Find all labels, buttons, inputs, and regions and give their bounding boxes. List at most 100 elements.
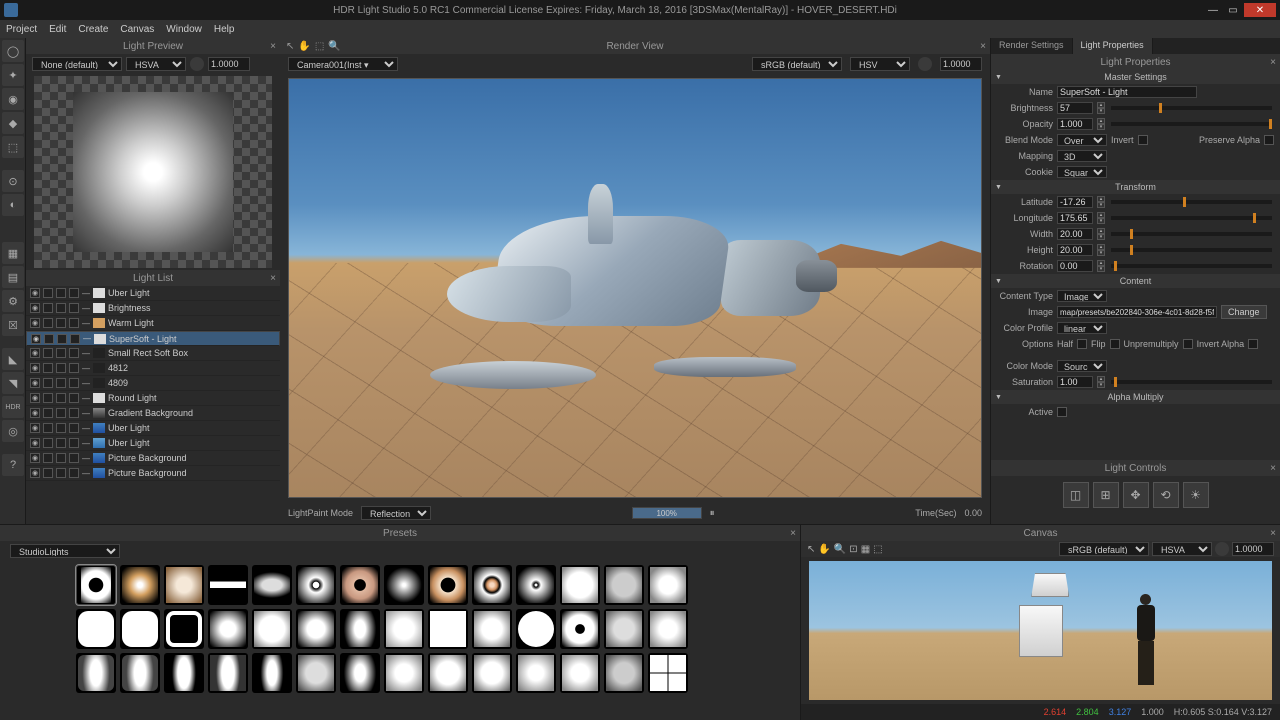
preset-thumbnail[interactable] [428, 653, 468, 693]
light-list-row[interactable]: ◉—SuperSoft - Light [26, 331, 280, 346]
preset-thumbnail[interactable] [208, 565, 248, 605]
light-control-button[interactable]: ⟲ [1153, 482, 1179, 508]
hand-icon[interactable]: ✋ [818, 544, 830, 555]
pause-icon[interactable]: ⏸ [710, 508, 715, 519]
light-control-button[interactable]: ✥ [1123, 482, 1149, 508]
light-list-row[interactable]: ◉—Gradient Background [26, 406, 280, 421]
preset-thumbnail[interactable] [164, 565, 204, 605]
tool-hdr-icon[interactable]: HDR [2, 396, 24, 418]
close-icon[interactable]: × [270, 273, 276, 284]
light-list-row[interactable]: ◉—Picture Background [26, 451, 280, 466]
latitude-slider[interactable] [1111, 200, 1272, 204]
preset-thumbnail[interactable] [208, 609, 248, 649]
flip-checkbox[interactable] [1110, 339, 1120, 349]
preset-thumbnail[interactable] [120, 609, 160, 649]
light-control-button[interactable]: ⊞ [1093, 482, 1119, 508]
light-list-row[interactable]: ◉—Uber Light [26, 421, 280, 436]
crop-icon[interactable]: ⬚ [873, 544, 882, 555]
tab-light-properties[interactable]: Light Properties [1073, 38, 1153, 54]
menu-edit[interactable]: Edit [49, 24, 66, 35]
image-path-input[interactable] [1057, 306, 1217, 318]
maximize-button[interactable]: ▭ [1224, 3, 1242, 17]
preset-thumbnail[interactable] [76, 565, 116, 605]
menu-project[interactable]: Project [6, 24, 37, 35]
preset-thumbnail[interactable] [648, 609, 688, 649]
light-list-row[interactable]: ◉—Warm Light [26, 316, 280, 331]
render-space-select[interactable]: HSV [850, 57, 910, 71]
light-control-button[interactable]: ◫ [1063, 482, 1089, 508]
active-checkbox[interactable] [1057, 407, 1067, 417]
canvas-viewport[interactable] [809, 561, 1272, 700]
gear-icon[interactable] [1215, 542, 1229, 556]
height-input[interactable] [1057, 244, 1093, 256]
preset-thumbnail[interactable] [472, 565, 512, 605]
preview-mode-select[interactable]: None (default) [32, 57, 122, 71]
close-button[interactable]: ✕ [1244, 3, 1276, 17]
tool-icon[interactable]: ◐ [2, 194, 24, 216]
cursor-icon[interactable]: ↖ [286, 41, 294, 52]
color-mode-select[interactable]: Source [1057, 360, 1107, 372]
preset-thumbnail[interactable] [252, 609, 292, 649]
mapping-select[interactable]: 3D [1057, 150, 1107, 162]
minimize-button[interactable]: — [1204, 3, 1222, 17]
section-master[interactable]: ▼Master Settings [991, 70, 1280, 84]
light-list-row[interactable]: ◉—4809 [26, 376, 280, 391]
tool-icon[interactable]: ✦ [2, 64, 24, 86]
light-list-row[interactable]: ◉—Uber Light [26, 286, 280, 301]
light-list-row[interactable]: ◉—Uber Light [26, 436, 280, 451]
preset-category-select[interactable]: StudioLights [10, 544, 120, 558]
preset-thumbnail[interactable] [472, 653, 512, 693]
render-viewport[interactable] [288, 78, 982, 498]
preset-thumbnail[interactable] [252, 565, 292, 605]
invert-alpha-checkbox[interactable] [1248, 339, 1258, 349]
preset-thumbnail[interactable] [384, 653, 424, 693]
preset-thumbnail[interactable] [648, 653, 688, 693]
blend-select[interactable]: Over [1057, 134, 1107, 146]
grid-icon[interactable]: ▦ [861, 544, 870, 555]
menu-canvas[interactable]: Canvas [120, 24, 154, 35]
section-transform[interactable]: ▼Transform [991, 180, 1280, 194]
canvas-colorspace-select[interactable]: sRGB (default) [1059, 542, 1149, 556]
preset-thumbnail[interactable] [648, 565, 688, 605]
render-colorspace-select[interactable]: sRGB (default) [752, 57, 842, 71]
tab-render-settings[interactable]: Render Settings [991, 38, 1073, 54]
gear-icon[interactable] [918, 57, 932, 71]
close-icon[interactable]: × [1270, 528, 1276, 539]
preset-thumbnail[interactable] [604, 609, 644, 649]
menu-help[interactable]: Help [214, 24, 235, 35]
lightpaint-mode-select[interactable]: Reflection [361, 506, 431, 520]
content-type-select[interactable]: Image [1057, 290, 1107, 302]
preset-thumbnail[interactable] [252, 653, 292, 693]
opacity-slider[interactable] [1111, 122, 1272, 126]
cookie-select[interactable]: Square [1057, 166, 1107, 178]
preset-thumbnail[interactable] [428, 609, 468, 649]
saturation-slider[interactable] [1111, 380, 1272, 384]
tool-icon[interactable]: ◥ [2, 372, 24, 394]
menu-create[interactable]: Create [78, 24, 108, 35]
longitude-input[interactable] [1057, 212, 1093, 224]
close-icon[interactable]: × [1270, 463, 1276, 474]
invert-checkbox[interactable] [1138, 135, 1148, 145]
preset-thumbnail[interactable] [340, 653, 380, 693]
tool-gear-icon[interactable]: ⚙ [2, 290, 24, 312]
tool-icon[interactable]: ◉ [2, 88, 24, 110]
preset-thumbnail[interactable] [384, 609, 424, 649]
half-checkbox[interactable] [1077, 339, 1087, 349]
close-icon[interactable]: × [1270, 57, 1276, 68]
canvas-space-select[interactable]: HSVA [1152, 542, 1212, 556]
zoom-icon[interactable]: 🔍 [834, 544, 846, 555]
preset-thumbnail[interactable] [428, 565, 468, 605]
light-list-row[interactable]: ◉—Picture Background [26, 466, 280, 481]
unpremultiply-checkbox[interactable] [1183, 339, 1193, 349]
fit-icon[interactable]: ⊡ [849, 544, 857, 555]
preset-thumbnail[interactable] [604, 565, 644, 605]
hand-icon[interactable]: ✋ [298, 41, 310, 52]
tool-icon[interactable]: ▦ [2, 242, 24, 264]
crop-icon[interactable]: ⬚ [315, 41, 324, 52]
opacity-input[interactable] [1057, 118, 1093, 130]
longitude-slider[interactable] [1111, 216, 1272, 220]
preset-thumbnail[interactable] [76, 653, 116, 693]
preset-thumbnail[interactable] [76, 609, 116, 649]
close-icon[interactable]: × [980, 41, 986, 52]
light-list-row[interactable]: ◉—Brightness [26, 301, 280, 316]
